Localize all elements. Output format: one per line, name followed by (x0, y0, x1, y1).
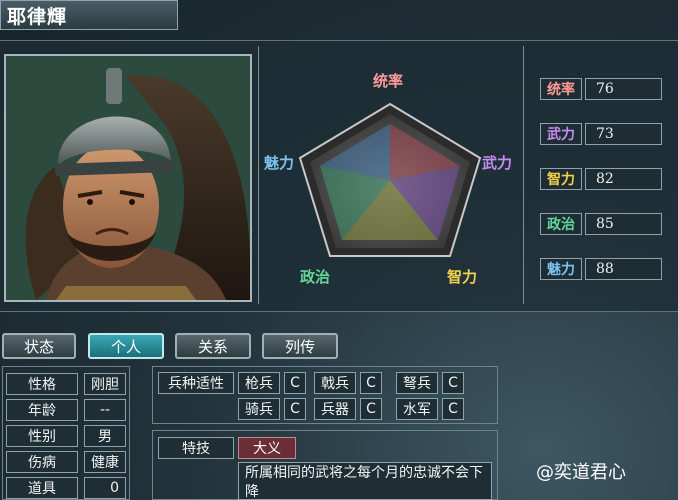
radar-pentagon (298, 102, 482, 257)
panel-divider (258, 46, 259, 304)
watermark: @奕道君心 (536, 458, 626, 484)
panel-divider (523, 46, 524, 304)
stat-label: 统率 (540, 78, 582, 100)
radar-label-charisma: 魅力 (264, 154, 295, 172)
officer-name-bar: 耶律輝 (0, 0, 178, 30)
troop-name: 兵器 (314, 398, 356, 420)
tab-label: 个人 (110, 337, 141, 356)
info-value: 0 (84, 477, 126, 499)
tab-label: 关系 (197, 337, 228, 356)
stat-value: 82 (585, 168, 662, 190)
stat-value: 76 (585, 78, 662, 100)
troop-name: 水军 (396, 398, 438, 420)
troop-grade: C (284, 372, 306, 394)
officer-name: 耶律輝 (7, 5, 68, 28)
info-label: 伤病 (6, 451, 78, 473)
stat-label: 魅力 (540, 258, 582, 280)
portrait-image (6, 56, 250, 300)
troop-name: 枪兵 (238, 372, 280, 394)
tab-label: 列传 (284, 337, 315, 356)
stat-label: 政治 (540, 213, 582, 235)
troop-grade: C (360, 372, 382, 394)
info-value: 健康 (84, 451, 126, 473)
skill-header: 特技 (158, 437, 234, 459)
troop-grade: C (442, 372, 464, 394)
radar-label-command: 统率 (373, 72, 404, 90)
info-value: 刚胆 (84, 373, 126, 395)
troop-name: 骑兵 (238, 398, 280, 420)
radar-label-intelligence: 智力 (447, 268, 478, 286)
troop-grade: C (360, 398, 382, 420)
tab-relations[interactable]: 关系 (175, 333, 251, 359)
troop-name: 弩兵 (396, 372, 438, 394)
troop-name: 戟兵 (314, 372, 356, 394)
skill-description: 所属相同的武将之每个月的忠诚不会下降 (238, 462, 492, 500)
info-value: -- (84, 399, 126, 421)
info-label: 性别 (6, 425, 78, 447)
tab-personal[interactable]: 个人 (88, 333, 164, 359)
stat-value: 85 (585, 213, 662, 235)
attribute-radar-chart: 统率 武力 智力 政治 魅力 (262, 60, 520, 296)
troop-grade: C (442, 398, 464, 420)
tab-label: 状态 (23, 337, 54, 356)
stat-row-politics: 政治 85 (540, 213, 662, 235)
officer-portrait (4, 54, 252, 302)
stat-label: 智力 (540, 168, 582, 190)
troop-grade: C (284, 398, 306, 420)
stat-row-war: 武力 73 (540, 123, 662, 145)
radar-label-politics: 政治 (300, 268, 331, 286)
stat-value: 73 (585, 123, 662, 145)
radar-label-war: 武力 (482, 154, 513, 172)
info-label: 年龄 (6, 399, 78, 421)
info-label: 道具 (6, 477, 78, 499)
stat-value: 88 (585, 258, 662, 280)
tab-biography[interactable]: 列传 (262, 333, 338, 359)
stat-row-command: 统率 76 (540, 78, 662, 100)
stat-label: 武力 (540, 123, 582, 145)
stat-row-intelligence: 智力 82 (540, 168, 662, 190)
info-value: 男 (84, 425, 126, 447)
skill-name[interactable]: 大义 (238, 437, 296, 459)
tab-status[interactable]: 状态 (2, 333, 76, 359)
info-label: 性格 (6, 373, 78, 395)
stat-row-charisma: 魅力 88 (540, 258, 662, 280)
watermark-text: @奕道君心 (536, 462, 626, 483)
troop-aptitude-header: 兵种适性 (158, 372, 234, 394)
